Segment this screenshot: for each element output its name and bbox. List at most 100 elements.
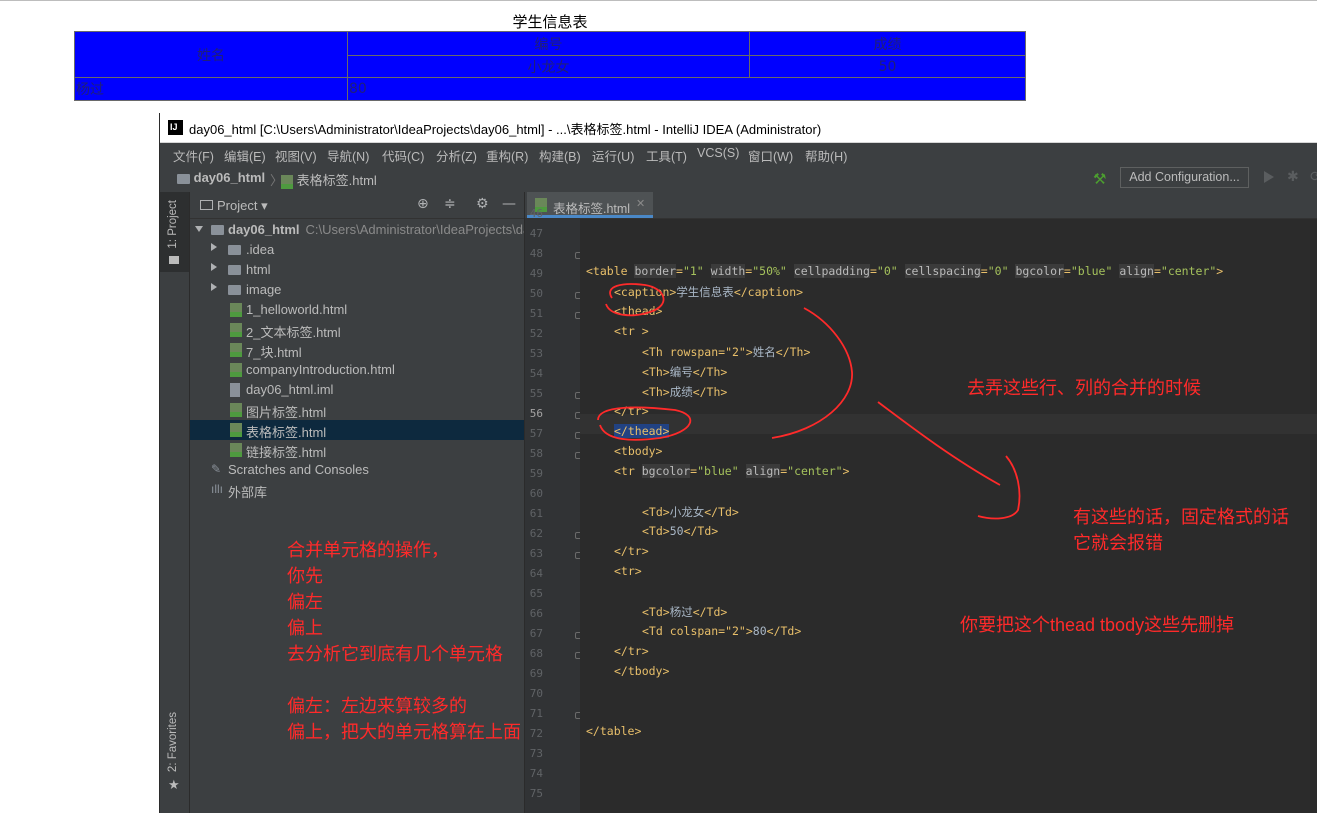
annotation-merge-line: 偏左：左边来算较多的 <box>287 696 467 716</box>
chevron-right-icon[interactable] <box>211 283 217 291</box>
menu-code[interactable]: 代码(C) <box>382 146 424 165</box>
tree-item-file[interactable]: 7_块.html <box>190 340 524 360</box>
iml-file-icon <box>230 383 240 397</box>
line-number: 59 <box>529 467 543 480</box>
run-icon[interactable] <box>1264 171 1274 183</box>
breadcrumb-project[interactable]: day06_html <box>177 170 265 185</box>
folder-icon <box>211 225 224 235</box>
tree-item-file[interactable]: 链接标签.html <box>190 440 524 460</box>
code-token: <tr> <box>614 564 642 578</box>
student-table: 姓名 编号 成绩 小龙女 50 杨过 80 <box>74 31 1026 101</box>
library-icon: ıllı <box>211 482 223 496</box>
tree-item-idea[interactable]: .idea <box>190 240 524 260</box>
code-token: 学生信息表 <box>676 285 734 299</box>
menu-analyze[interactable]: 分析(Z) <box>436 146 477 165</box>
menu-view[interactable]: 视图(V) <box>275 146 317 165</box>
tree-item-label: image <box>246 282 282 297</box>
tree-item-html[interactable]: html <box>190 260 524 280</box>
line-number: 54 <box>529 367 543 380</box>
line-number: 73 <box>529 747 543 760</box>
annotation-merge-line: 去分析它到底有几个单元格 <box>287 644 503 664</box>
editor-tab-label: 表格标签.html <box>553 202 631 216</box>
menu-edit[interactable]: 编辑(E) <box>224 146 266 165</box>
annotation-error-line2: 它就会报错 <box>1073 533 1163 553</box>
line-number: 71 <box>529 707 543 720</box>
add-configuration-button[interactable]: Add Configuration... <box>1120 167 1249 188</box>
tree-item-file[interactable]: companyIntroduction.html <box>190 360 524 380</box>
tree-item-label: companyIntroduction.html <box>246 362 395 377</box>
chevron-right-icon[interactable] <box>211 263 217 271</box>
tree-item-external-libraries[interactable]: ıllı 外部库 <box>190 480 524 500</box>
current-line-highlight <box>580 414 1317 434</box>
code-token: </tr> <box>614 404 649 418</box>
scratches-icon: ✎ <box>211 462 222 476</box>
breadcrumb-file[interactable]: 表格标签.html <box>281 170 377 189</box>
annotation-delete-note: 你要把这个thead tbody这些先删掉 <box>960 615 1235 635</box>
close-icon[interactable]: ✕ <box>636 197 645 210</box>
menu-help[interactable]: 帮助(H) <box>805 146 847 165</box>
code-token: </Th> <box>692 385 728 399</box>
line-number: 60 <box>529 487 543 500</box>
code-line-56: </thead> <box>614 424 670 438</box>
html-file-icon <box>230 443 242 457</box>
menu-refactor[interactable]: 重构(R) <box>486 146 528 165</box>
line-number: 70 <box>529 687 543 700</box>
editor-tab-active[interactable]: 表格标签.html ✕ <box>527 192 653 218</box>
gear-icon[interactable]: ⚙ <box>476 196 489 212</box>
debug-icon[interactable]: ✱ <box>1287 169 1299 185</box>
menu-run[interactable]: 运行(U) <box>592 146 634 165</box>
tree-item-file-selected[interactable]: 表格标签.html <box>190 420 524 440</box>
row1-score-cell: 50 <box>749 55 1026 78</box>
code-token: <thead> <box>614 304 663 318</box>
menu-vcs[interactable]: VCS(S) <box>697 146 739 160</box>
code-token: <Th> <box>642 365 670 379</box>
line-number: 56 <box>529 407 543 420</box>
tree-item-file[interactable]: 图片标签.html <box>190 400 524 420</box>
menu-bar: 文件(F) 编辑(E) 视图(V) 导航(N) 代码(C) 分析(Z) 重构(R… <box>160 143 1317 165</box>
project-view-title: Project <box>217 198 258 213</box>
code-token: 50 <box>669 524 684 538</box>
project-tab-folder-icon <box>169 256 179 264</box>
tree-item-file[interactable]: day06_html.iml <box>190 380 524 400</box>
chevron-right-icon[interactable] <box>211 243 217 251</box>
locate-icon[interactable]: ⊕ <box>417 196 429 212</box>
row2-name-cell: 杨过 <box>74 77 348 101</box>
menu-file[interactable]: 文件(F) <box>173 146 214 165</box>
line-number: 61 <box>529 507 543 520</box>
tree-item-file[interactable]: 1_helloworld.html <box>190 300 524 320</box>
line-number: 64 <box>529 567 543 580</box>
code-line-61: <Td>50</Td> <box>642 524 718 538</box>
tree-item-label: 链接标签.html <box>246 445 327 460</box>
window-title-bar[interactable]: IJ day06_html [C:\Users\Administrator\Id… <box>160 113 1317 143</box>
menu-window[interactable]: 窗口(W) <box>748 146 793 165</box>
page-top-rule <box>0 0 1317 1</box>
build-hammer-icon[interactable]: ⚒ <box>1093 170 1106 188</box>
favorites-tool-tab[interactable]: 2: Favorites ★ <box>160 712 189 812</box>
project-view-selector[interactable]: Project ▾ <box>217 198 268 214</box>
project-panel-header: Project ▾ ⊕ ≑ ⚙ — <box>190 192 524 219</box>
tree-item-image[interactable]: image <box>190 280 524 300</box>
menu-build[interactable]: 构建(B) <box>539 146 581 165</box>
breadcrumb-file-label: 表格标签.html <box>296 173 377 188</box>
collapse-all-icon[interactable]: ≑ <box>444 196 456 212</box>
code-line-63: <tr> <box>614 564 642 578</box>
code-token: 成绩 <box>669 385 693 399</box>
line-number: 49 <box>529 267 543 280</box>
run-more-icon[interactable]: ⟳ <box>1310 169 1317 185</box>
tree-item-file[interactable]: 2_文本标签.html <box>190 320 524 340</box>
chevron-down-icon[interactable] <box>195 226 203 232</box>
code-token: <Td> <box>642 505 670 519</box>
menu-tools[interactable]: 工具(T) <box>646 146 687 165</box>
line-number: 57 <box>529 427 543 440</box>
menu-navigate[interactable]: 导航(N) <box>327 146 369 165</box>
tree-item-project-root[interactable]: day06_html C:\Users\Administrator\IdeaPro… <box>190 220 524 240</box>
project-tool-tab[interactable]: 1: Project <box>160 192 189 272</box>
code-token: </tr> <box>614 644 649 658</box>
tree-item-scratches[interactable]: ✎ Scratches and Consoles <box>190 460 524 480</box>
code-line-66: <Td colspan="2">80</Td> <box>642 624 801 638</box>
tree-item-label: day06_html <box>228 222 300 237</box>
code-line-53: <Th>编号</Th> <box>642 364 727 380</box>
tree-item-label: 图片标签.html <box>246 405 327 420</box>
code-token: <Td> <box>642 524 670 538</box>
hide-panel-icon[interactable]: — <box>502 196 516 212</box>
